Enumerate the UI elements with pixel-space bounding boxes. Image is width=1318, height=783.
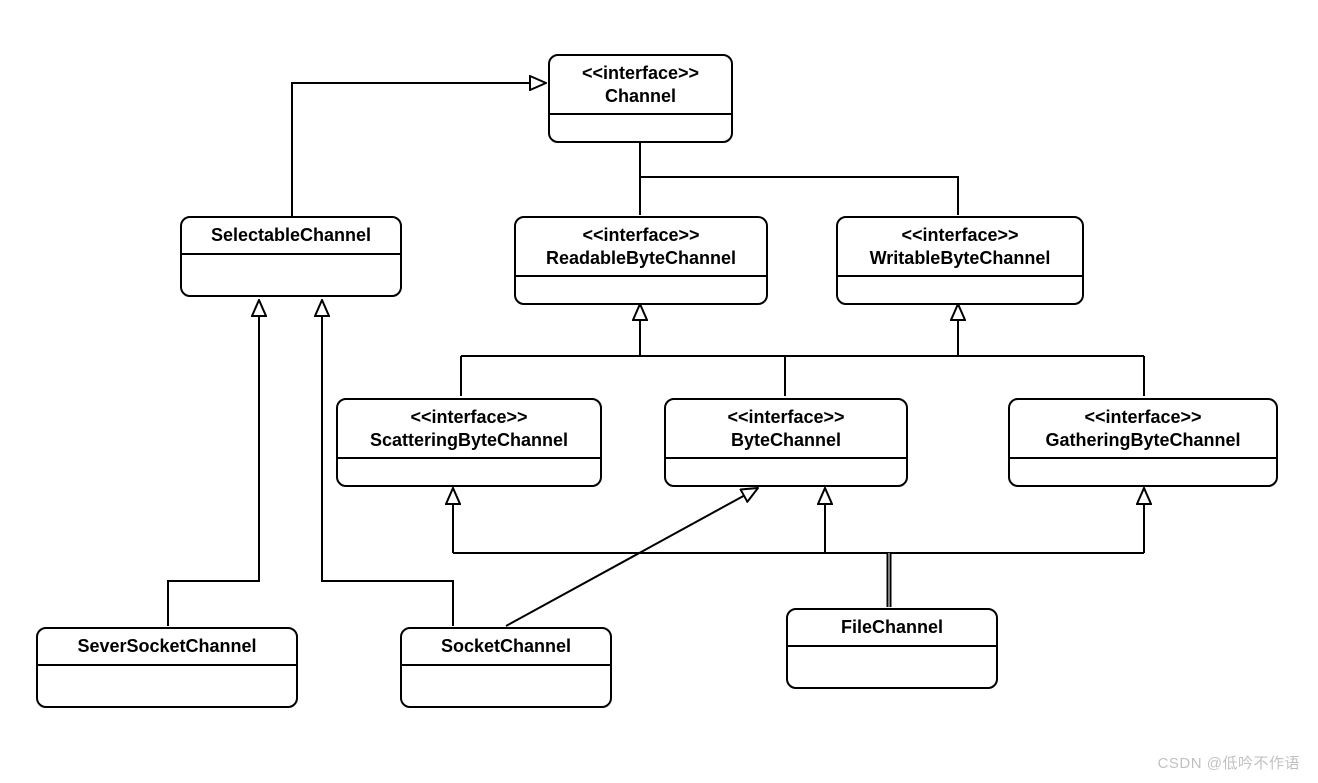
- edge-selectable-to-channel: [292, 83, 546, 216]
- edge-readable-to-channel: [640, 177, 958, 215]
- watermark: CSDN @低吟不作语: [1158, 752, 1300, 773]
- node-scattering-byte-channel-name: ScatteringByteChannel: [348, 429, 590, 452]
- node-channel-name: Channel: [560, 85, 721, 108]
- stereotype-label: <<interface>>: [348, 406, 590, 429]
- node-readable-byte-channel-name: ReadableByteChannel: [526, 247, 756, 270]
- node-byte-channel-name: ByteChannel: [676, 429, 896, 452]
- node-socket-channel: SocketChannel: [400, 627, 612, 708]
- stereotype-label: <<interface>>: [560, 62, 721, 85]
- node-sever-socket-channel: SeverSocketChannel: [36, 627, 298, 708]
- stereotype-label: <<interface>>: [526, 224, 756, 247]
- node-socket-channel-name: SocketChannel: [412, 635, 600, 658]
- stereotype-label: <<interface>>: [1020, 406, 1266, 429]
- node-sever-socket-channel-name: SeverSocketChannel: [48, 635, 286, 658]
- node-selectable-channel: SelectableChannel: [180, 216, 402, 297]
- node-writable-byte-channel: <<interface>> WritableByteChannel: [836, 216, 1084, 305]
- stereotype-label: <<interface>>: [848, 224, 1072, 247]
- node-scattering-byte-channel: <<interface>> ScatteringByteChannel: [336, 398, 602, 487]
- node-channel: <<interface>> Channel: [548, 54, 733, 143]
- node-readable-byte-channel: <<interface>> ReadableByteChannel: [514, 216, 768, 305]
- edge-socket-to-byte: [506, 488, 758, 626]
- node-selectable-channel-name: SelectableChannel: [192, 224, 390, 247]
- node-byte-channel: <<interface>> ByteChannel: [664, 398, 908, 487]
- node-file-channel: FileChannel: [786, 608, 998, 689]
- stereotype-label: <<interface>>: [676, 406, 896, 429]
- edge-seversocket-to-selectable: [168, 300, 259, 626]
- node-file-channel-name: FileChannel: [798, 616, 986, 639]
- node-gathering-byte-channel-name: GatheringByteChannel: [1020, 429, 1266, 452]
- node-gathering-byte-channel: <<interface>> GatheringByteChannel: [1008, 398, 1278, 487]
- node-writable-byte-channel-name: WritableByteChannel: [848, 247, 1072, 270]
